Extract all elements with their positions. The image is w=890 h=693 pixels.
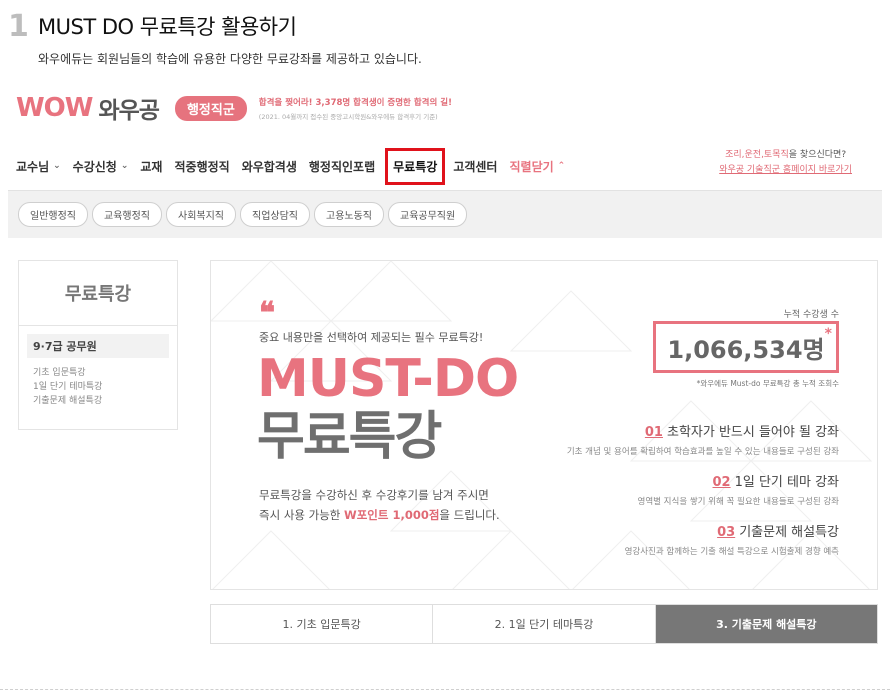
- step-title: MUST DO 무료특강 활용하기: [38, 15, 297, 39]
- hero-lead: 중요 내용만을 선택하여 제공되는 필수 무료특강!: [259, 331, 484, 344]
- nav-item-professors[interactable]: 교수님 ⌄: [16, 158, 61, 175]
- asterisk-icon: *: [824, 326, 832, 342]
- chevron-down-icon: ⌄: [120, 161, 129, 171]
- subcat-social-welfare[interactable]: 사회복지직: [166, 202, 236, 227]
- nav-item-customer-center[interactable]: 고객센터: [453, 158, 497, 175]
- nav-item-textbooks[interactable]: 교재: [140, 158, 162, 175]
- nav-item-infolab[interactable]: 행정직인포랩: [309, 158, 375, 175]
- step-header: 1 MUST DO 무료특강 활용하기: [8, 8, 297, 44]
- tech-site-link[interactable]: 와우공 기술직군 홈페이지 바로가기: [719, 163, 852, 178]
- sidebar-link-basic[interactable]: 기초 입문특강: [33, 366, 177, 380]
- step-description: 와우에듀는 회원님들의 학습에 유용한 다양한 무료강좌를 제공하고 있습니다.: [38, 52, 422, 66]
- logo-wowgong[interactable]: 와우공: [98, 91, 159, 125]
- subcat-labor[interactable]: 고용노동직: [314, 202, 384, 227]
- chevron-up-icon: ⌃: [557, 161, 566, 171]
- sidebar: 무료특강 9·7급 공무원 기초 입문특강 1일 단기 테마특강 기출문제 해설…: [18, 260, 178, 430]
- tech-series-names: 조리,운전,토목직: [725, 150, 789, 160]
- category-badge[interactable]: 행정직군: [174, 95, 247, 121]
- header-copy-sub: (2021. 04월까지 접수된 중앙고시학원&와우에듀 합격후기 기준): [258, 112, 438, 121]
- nav-item-enroll[interactable]: 수강신청 ⌄: [73, 158, 129, 175]
- hero-banner: ❝ 중요 내용만을 선택하여 제공되는 필수 무료특강! MUST-DO 무료특…: [210, 260, 878, 590]
- subcat-general-admin[interactable]: 일반행정직: [18, 202, 88, 227]
- nav-item-passers[interactable]: 와우합격생: [242, 158, 297, 175]
- w-point-highlight: W포인트 1,000점: [344, 508, 440, 522]
- hero-title-free-lecture: 무료특강: [257, 407, 442, 467]
- nav-item-free-lecture[interactable]: 무료특강: [385, 147, 446, 185]
- header-copy-main: 합격을 찢어라! 3,378명 합격생이 증명한 합격의 길!: [258, 97, 452, 108]
- logo-wow[interactable]: WOW: [16, 93, 93, 123]
- tab-theme[interactable]: 2. 1일 단기 테마특강: [433, 605, 656, 643]
- hero-promo: 무료특강을 수강하신 후 수강후기를 남겨 주시면 즉시 사용 가능한 W포인트…: [259, 488, 500, 522]
- hero-title-must-do: MUST-DO: [257, 349, 519, 409]
- subcat-edu-admin[interactable]: 교육행정직: [92, 202, 162, 227]
- sidebar-title: 무료특강: [19, 261, 177, 326]
- tab-past-exam[interactable]: 3. 기출문제 해설특강: [655, 605, 877, 643]
- sidebar-link-theme[interactable]: 1일 단기 테마특강: [33, 380, 177, 394]
- nav-item-close-series[interactable]: 직렬닫기 ⌃: [509, 158, 565, 175]
- feature-03: 03 기출문제 해설특강 영강사진과 함께하는 기출 해설 특강으로 시험출제 경…: [624, 525, 839, 557]
- nav-item-hit-admin[interactable]: 적중행정직: [174, 158, 229, 175]
- feature-02: 02 1일 단기 테마 강좌 영역별 지식을 쌓기 위해 꼭 필요한 내용들로 구…: [637, 475, 839, 507]
- tech-site-promo: 조리,운전,토목직을 찾으신다면? 와우공 기술직군 홈페이지 바로가기: [719, 148, 852, 178]
- chevron-down-icon: ⌄: [53, 161, 61, 171]
- section-divider: [0, 689, 890, 690]
- quote-icon: ❝: [259, 296, 276, 331]
- feature-01: 01 초학자가 반드시 들어야 될 강좌 기초 개념 및 용어를 확립하여 학습효…: [566, 425, 839, 457]
- subcat-job-counsel[interactable]: 직업상담직: [240, 202, 310, 227]
- cumulative-note: *와우에듀 Must-do 무료특강 총 누적 조회수: [696, 379, 839, 388]
- subcat-edu-staff[interactable]: 교육공무직원: [388, 202, 468, 227]
- cumulative-count: 1,066,534명: [667, 335, 825, 364]
- cumulative-count-box: 1,066,534명 *: [653, 321, 839, 373]
- main-nav: 교수님 ⌄ 수강신청 ⌄ 교재 적중행정직 와우합격생 행정직인포랩 무료특강 고객…: [0, 146, 890, 186]
- lecture-tabs: 1. 기초 입문특강 2. 1일 단기 테마특강 3. 기출문제 해설특강: [210, 604, 878, 644]
- step-number: 1: [8, 8, 29, 44]
- tab-basic[interactable]: 1. 기초 입문특강: [211, 605, 434, 643]
- sidebar-link-past-exam[interactable]: 기출문제 해설특강: [33, 394, 177, 408]
- tech-promo-question: 을 찾으신다면?: [788, 150, 847, 160]
- site-header: WOW 와우공 행정직군 합격을 찢어라! 3,378명 합격생이 증명한 합격…: [16, 90, 452, 126]
- sidebar-group[interactable]: 9·7급 공무원: [27, 334, 169, 358]
- header-copy: 합격을 찢어라! 3,378명 합격생이 증명한 합격의 길! (2021. 0…: [259, 96, 452, 121]
- cumulative-label: 누적 수강생 수: [783, 310, 839, 320]
- subcategory-bar: 일반행정직 교육행정직 사회복지직 직업상담직 고용노동직 교육공무직원: [8, 190, 882, 238]
